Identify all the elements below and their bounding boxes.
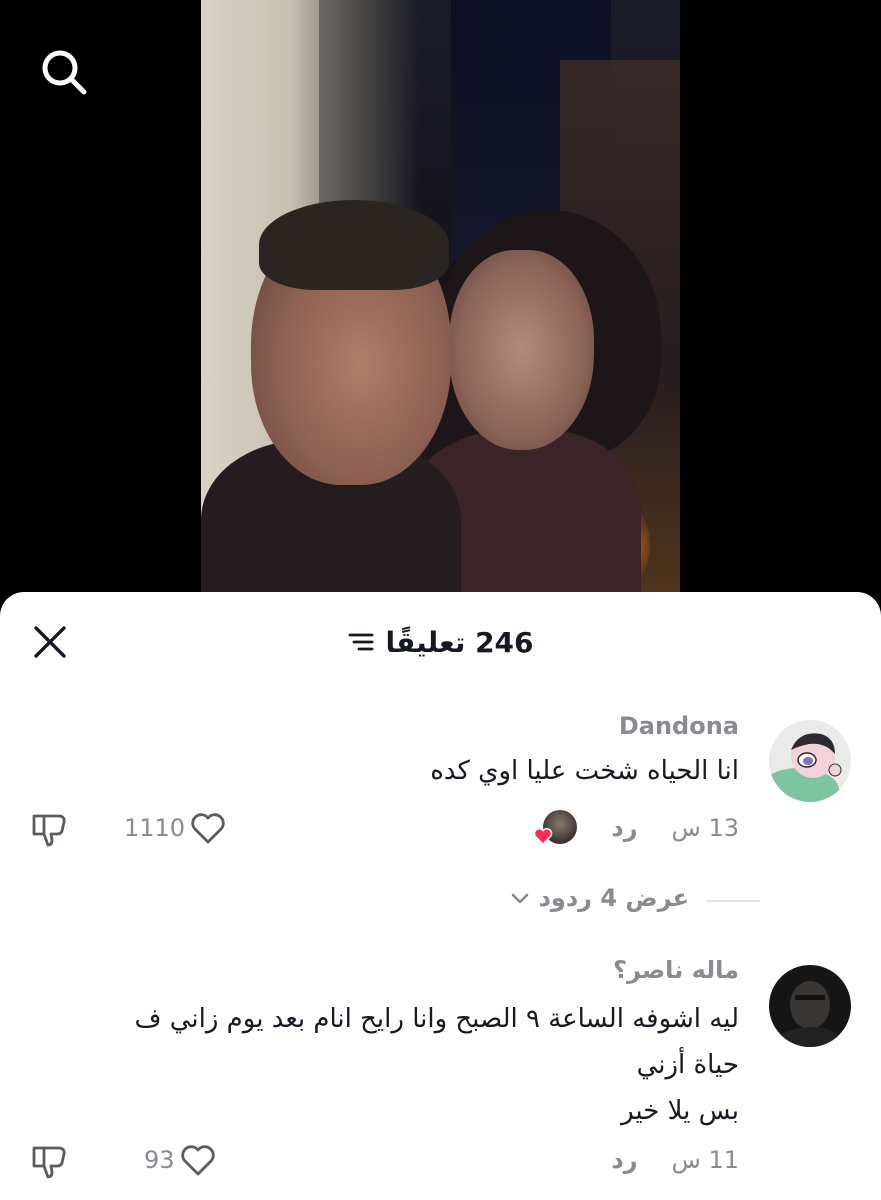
comment-username[interactable]: ماله ناصر؟ [613, 956, 739, 984]
comment-text-line: ليه اشوفه الساعة ٩ الصبح وانا رايح انام … [134, 1004, 740, 1034]
like-button[interactable]: 93 [144, 1140, 217, 1180]
comment-text-line: حياة أزني [636, 1050, 739, 1080]
comments-title: 246 تعليقًا [0, 622, 881, 662]
thumbs-down-icon [32, 814, 66, 847]
comment-text: ليه اشوفه الساعة ٩ الصبح وانا رايح انام … [135, 996, 740, 1134]
view-replies-divider [706, 900, 760, 902]
comment-count: 246 تعليقًا [385, 625, 534, 659]
avatar[interactable] [769, 720, 851, 802]
avatar[interactable] [769, 965, 851, 1047]
video-player[interactable] [0, 0, 881, 600]
chevron-down-icon [511, 893, 528, 904]
search-button[interactable] [36, 44, 92, 100]
reply-button[interactable]: رد [611, 814, 637, 842]
comment-text-line: بس يلا خير [621, 1096, 739, 1126]
comment-timestamp: 13 س [671, 814, 739, 842]
video-person-right-face [449, 250, 594, 450]
comment-timestamp: 11 س [671, 1146, 739, 1174]
like-count: 1110 [124, 814, 186, 842]
creator-liked-badge [534, 808, 578, 848]
heart-outline-icon [191, 813, 225, 844]
avatar-cartoon-image [769, 720, 851, 802]
comment-meta: 11 س رد [611, 1140, 739, 1180]
creator-liked-heart-icon [534, 828, 553, 846]
view-replies-label: عرض 4 ردود [538, 884, 689, 912]
view-replies-row: عرض 4 ردود [0, 880, 881, 920]
avatar-photo-image [769, 965, 851, 1047]
dislike-button[interactable] [28, 808, 70, 850]
thumbs-down-icon [32, 1146, 66, 1179]
reply-button[interactable]: رد [611, 1146, 637, 1174]
comments-header: 246 تعليقًا [0, 592, 881, 688]
comment-meta: 13 س رد [534, 808, 739, 848]
comment-text: انا الحياه شخت عليا اوي كده [430, 756, 739, 786]
video-person-left-hair [259, 200, 449, 290]
heart-outline-icon [180, 1145, 215, 1176]
comments-sheet: 246 تعليقًا Dandona انا الحياه شخت عليا … [0, 592, 881, 1200]
like-count: 93 [144, 1146, 175, 1174]
dislike-button[interactable] [28, 1140, 70, 1182]
video-frame[interactable] [201, 0, 680, 600]
like-button[interactable]: 1110 [124, 808, 227, 848]
view-replies-button[interactable]: عرض 4 ردود [509, 884, 689, 912]
sort-filter-icon[interactable] [347, 630, 375, 654]
search-icon [42, 50, 87, 95]
comment-username[interactable]: Dandona [619, 712, 739, 740]
